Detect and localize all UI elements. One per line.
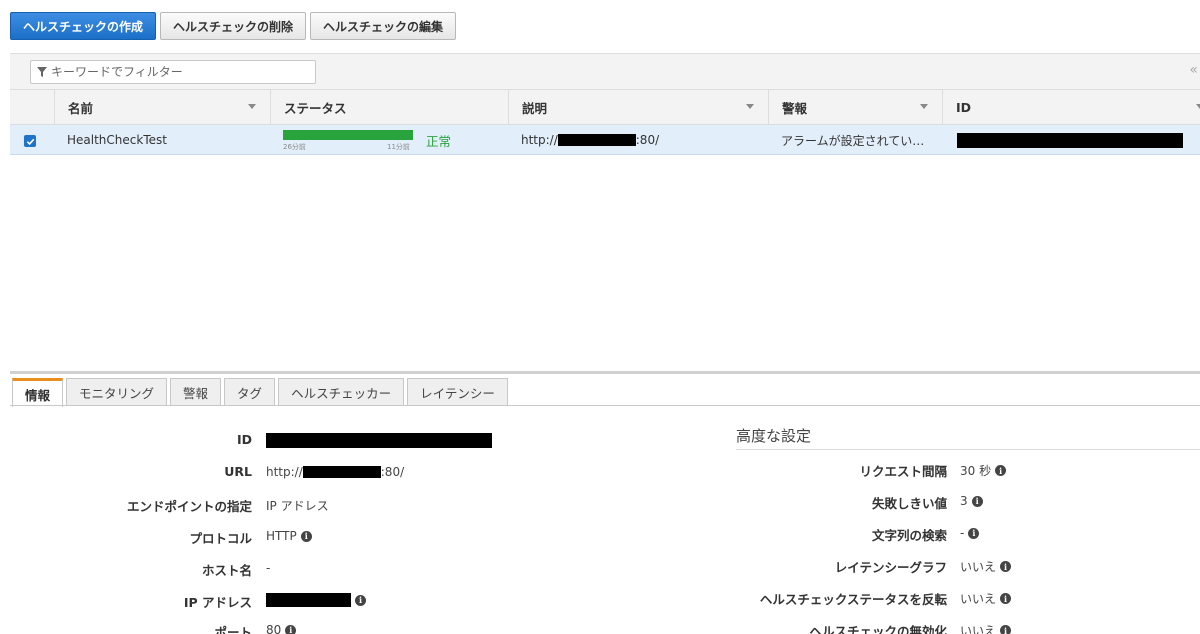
create-health-check-button[interactable]: ヘルスチェックの作成	[10, 12, 157, 40]
detail-label-id: ID	[236, 432, 252, 447]
redacted-block	[266, 433, 492, 448]
header-id-label: ID	[956, 100, 972, 115]
filter-icon	[37, 67, 47, 77]
detail-label-protocol: プロトコル	[189, 531, 252, 546]
advanced-settings-title: 高度な設定	[736, 427, 812, 445]
tab-info[interactable]: 情報	[12, 378, 64, 407]
adv-value-disable-check: いいえ i	[960, 622, 1012, 634]
string-match-value: -	[960, 526, 965, 540]
info-icon[interactable]: i	[971, 495, 983, 507]
table-row[interactable]: HealthCheckTest 26分前 11分前 正常 http:// :80/…	[10, 125, 1200, 155]
check-icon	[26, 138, 34, 145]
tab-monitoring[interactable]: モニタリング	[66, 378, 168, 406]
status-time-start: 26分前	[283, 143, 306, 151]
tab-latency[interactable]: レイテンシー	[407, 378, 508, 406]
status-bar	[283, 130, 413, 140]
detail-value-url: http:// :80/	[266, 465, 404, 479]
health-check-table-panel: « 名前 ステータス 説明 警報 ID HealthCheckTest 26分前…	[10, 53, 1200, 155]
header-name-label: 名前	[68, 101, 94, 116]
adv-label-disable-check: ヘルスチェックの無効化	[809, 624, 947, 634]
detail-label-url: URL	[224, 464, 252, 479]
toolbar: ヘルスチェックの作成 ヘルスチェックの削除 ヘルスチェックの編集	[10, 12, 457, 40]
sort-icon	[920, 104, 928, 109]
info-icon[interactable]: i	[995, 465, 1007, 476]
table-header: 名前 ステータス 説明 警報 ID	[10, 89, 1200, 125]
adv-label-failure-threshold: 失敗しきい値	[871, 496, 947, 511]
collapse-icon[interactable]: «	[1189, 62, 1198, 78]
detail-value-protocol: HTTP i	[266, 529, 312, 543]
detail-value-endpoint: IP アドレス	[266, 499, 329, 513]
port-value: 80	[266, 623, 282, 634]
sort-icon	[248, 104, 256, 109]
adv-value-failure-threshold: 3i	[960, 494, 983, 508]
header-name[interactable]: 名前	[54, 90, 270, 125]
header-description[interactable]: 説明	[508, 90, 768, 125]
redacted-block	[957, 132, 1183, 148]
sort-icon	[1196, 104, 1200, 109]
row-description: http:// :80/	[508, 125, 768, 155]
adv-value-string-match: -i	[960, 526, 980, 540]
interval-value: 30 秒	[960, 464, 992, 478]
pane-divider[interactable]	[10, 371, 1200, 374]
delete-health-check-button[interactable]: ヘルスチェックの削除	[160, 12, 307, 40]
tab-health-checkers[interactable]: ヘルスチェッカー	[278, 378, 405, 406]
redacted-block	[302, 466, 381, 478]
adv-label-latency-graph: レイテンシーグラフ	[834, 560, 947, 575]
sort-icon	[746, 104, 754, 109]
detail-value-id	[266, 433, 492, 448]
filter-input[interactable]	[51, 65, 291, 79]
header-status-label: ステータス	[284, 101, 347, 116]
header-id[interactable]: ID	[942, 90, 1200, 125]
header-alarm[interactable]: 警報	[768, 90, 942, 125]
detail-label-port: ポート	[214, 625, 252, 634]
invert-status-value: いいえ	[960, 592, 997, 606]
row-id	[942, 125, 1200, 155]
detail-tabs: 情報 モニタリング 警報 タグ ヘルスチェッカー レイテンシー	[12, 378, 508, 407]
tab-tags[interactable]: タグ	[224, 378, 276, 406]
detail-value-ip: i	[266, 593, 366, 607]
header-alarm-label: 警報	[782, 101, 808, 116]
detail-label-hostname: ホスト名	[201, 563, 252, 578]
redacted-block	[266, 593, 351, 607]
info-icon[interactable]: i	[355, 594, 366, 606]
redacted-block	[557, 134, 636, 146]
info-icon[interactable]: i	[300, 530, 312, 542]
header-status[interactable]: ステータス	[270, 90, 508, 125]
info-icon[interactable]: i	[1000, 593, 1012, 604]
description-suffix: :80/	[635, 133, 660, 147]
failure-threshold-value: 3	[960, 494, 968, 508]
header-select	[10, 90, 54, 125]
url-suffix: :80/	[380, 465, 405, 479]
protocol-value: HTTP	[266, 529, 297, 543]
status-badge: 正常	[426, 133, 452, 149]
info-icon[interactable]: i	[968, 527, 980, 539]
adv-value-interval: 30 秒i	[960, 462, 1007, 479]
disable-check-value: いいえ	[960, 624, 997, 634]
info-icon[interactable]: i	[285, 624, 297, 634]
latency-graph-value: いいえ	[960, 560, 997, 574]
adv-label-invert-status: ヘルスチェックステータスを反転	[759, 592, 947, 607]
info-icon[interactable]: i	[1000, 625, 1012, 634]
row-checkbox[interactable]	[24, 135, 36, 147]
detail-value-hostname: -	[266, 561, 271, 575]
url-prefix: http://	[266, 465, 303, 479]
detail-value-port: 80 i	[266, 623, 297, 634]
adv-value-latency-graph: いいえ i	[960, 558, 1012, 575]
adv-value-invert-status: いいえ i	[960, 590, 1012, 607]
row-name[interactable]: HealthCheckTest	[54, 125, 270, 155]
section-divider	[736, 449, 1200, 450]
tab-underline	[10, 405, 1200, 406]
edit-health-check-button[interactable]: ヘルスチェックの編集	[310, 12, 457, 40]
info-icon[interactable]: i	[1000, 561, 1012, 572]
adv-label-interval: リクエスト間隔	[859, 464, 947, 479]
row-alarm: アラームが設定されてい…	[781, 133, 925, 148]
tab-alarm[interactable]: 警報	[170, 378, 222, 406]
status-time-end: 11分前	[387, 143, 410, 151]
detail-label-ip: IP アドレス	[183, 595, 252, 610]
detail-label-endpoint: エンドポイントの指定	[126, 499, 252, 514]
description-prefix: http://	[521, 133, 558, 147]
filter-box[interactable]	[30, 60, 316, 84]
header-description-label: 説明	[522, 101, 548, 116]
adv-label-string-match: 文字列の検索	[871, 528, 947, 543]
